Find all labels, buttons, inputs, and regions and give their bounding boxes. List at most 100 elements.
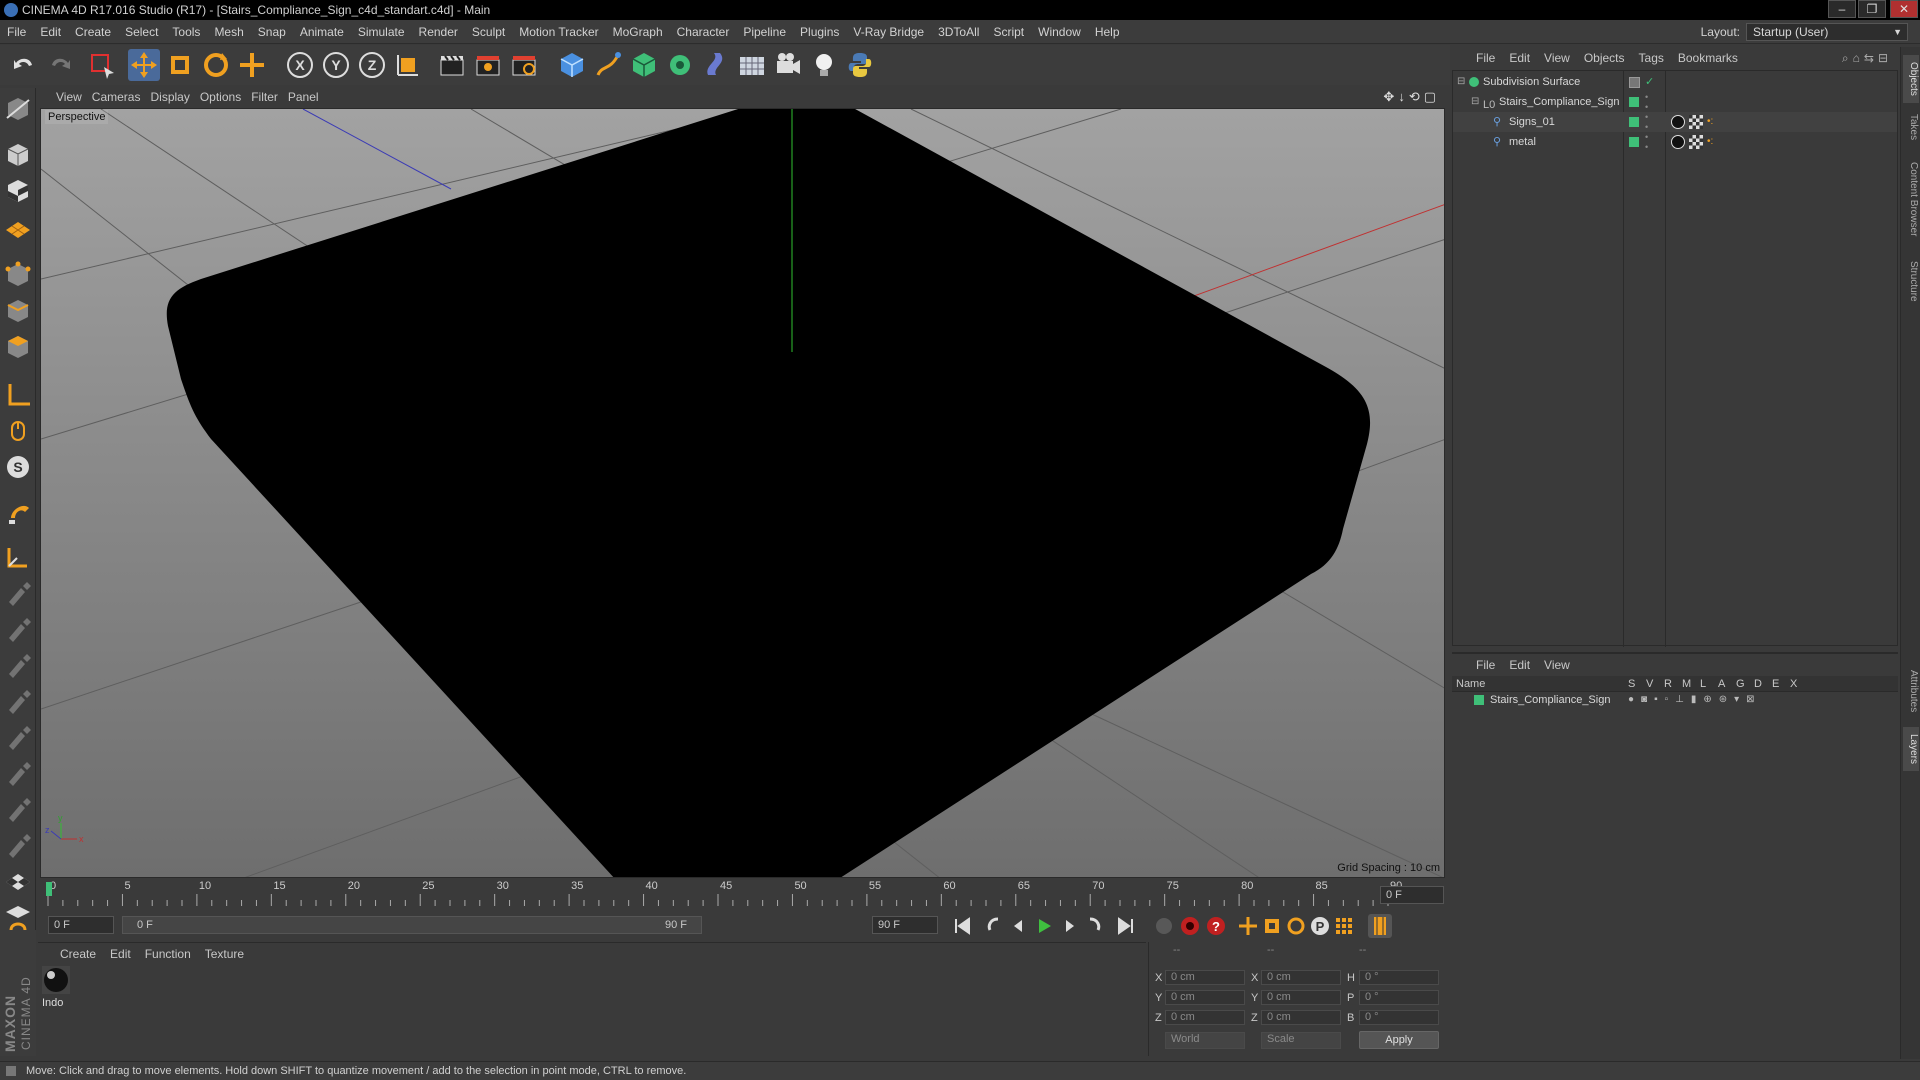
material-tag-icon[interactable] [1671,115,1685,129]
polygons-mode-button[interactable] [3,332,33,362]
rotate-tool-button[interactable] [200,49,232,81]
phong-tag-icon[interactable]: •: [1707,132,1713,152]
tab-objects[interactable]: Objects [1903,55,1919,103]
cube-button[interactable] [556,49,588,81]
key-rotation-button[interactable] [1284,914,1308,938]
current-frame-field[interactable]: 0 F [1380,886,1444,904]
undo-button[interactable] [8,49,40,81]
viewport-menu-filter[interactable]: Filter [251,87,288,107]
frame-range-slider[interactable]: 0 F 90 F [122,916,702,934]
layer-col-l[interactable]: L [1700,676,1706,692]
layer-color-icon[interactable] [1629,117,1639,127]
tab-structure[interactable]: Structure [1903,251,1919,311]
viewport-menu-cameras[interactable]: Cameras [92,87,151,107]
object-row-metal[interactable]: ⚲ metal • • •: [1453,132,1897,152]
edit-checkbox-icon[interactable] [1629,77,1640,88]
viewport-menu-display[interactable]: Display [150,87,199,107]
object-search-icons[interactable]: ⌕⌂⇆⊟ [1842,47,1892,69]
floor-button[interactable] [736,49,768,81]
playhead[interactable] [46,882,52,896]
object-menu-file[interactable]: File [1476,47,1509,69]
menu-edit[interactable]: Edit [33,20,68,44]
layer-col-d[interactable]: D [1754,676,1762,692]
texture-mode-button[interactable] [3,176,33,206]
material-menu-function[interactable]: Function [145,943,205,965]
object-row-signs-01[interactable]: ⚲ Signs_01 • • •: [1453,112,1897,132]
sculpt-brush-4-button[interactable] [3,686,33,716]
deformer-button[interactable] [700,49,732,81]
magnet-lock-button[interactable] [3,902,33,932]
cloner-button[interactable] [664,49,696,81]
3d-viewport[interactable]: y x z Perspective Grid Spacing : 10 cm [40,108,1445,878]
move-tool-button[interactable] [128,49,160,81]
collapse-icon[interactable]: ⊟ [1457,72,1465,92]
sculpt-brush-1-button[interactable] [3,578,33,608]
layer-col-name[interactable]: Name [1456,676,1485,692]
autokey-button[interactable]: ? [1204,914,1228,938]
size-mode-select[interactable]: Scale [1261,1032,1341,1049]
size-z-field[interactable]: 0 cm [1261,1010,1341,1025]
snap-button[interactable] [3,498,33,528]
start-frame-field[interactable]: 0 F [48,916,114,934]
end-frame-field[interactable]: 90 F [872,916,938,934]
key-parameter-button[interactable]: P [1308,914,1332,938]
material-swatch[interactable]: Indo [42,966,70,1010]
menu-simulate[interactable]: Simulate [351,20,412,44]
object-menu-edit[interactable]: Edit [1509,47,1544,69]
key-scale-button[interactable] [1260,914,1284,938]
rotation-h-field[interactable]: 0 ° [1359,970,1439,985]
menu-script[interactable]: Script [986,20,1031,44]
subdivision-surface-button[interactable] [628,49,660,81]
menu-select[interactable]: Select [118,20,165,44]
layer-col-r[interactable]: R [1664,676,1672,692]
layer-menu-edit[interactable]: Edit [1509,654,1544,676]
timeline-window-button[interactable] [1368,914,1392,938]
layer-flag-icons[interactable]: ●◙▪▫⊥▮⊕⊛▾⊠ [1628,692,1762,708]
layer-color-icon[interactable] [1629,97,1639,107]
close-button[interactable]: ✕ [1890,0,1918,18]
previous-frame-button[interactable] [1006,914,1030,938]
layout-select[interactable]: Startup (User) ▼ [1746,23,1908,41]
z-axis-button[interactable]: Z [356,49,388,81]
menu-window[interactable]: Window [1031,20,1088,44]
x-axis-button[interactable]: X [284,49,316,81]
menu-tools[interactable]: Tools [165,20,207,44]
viewport-menu-panel[interactable]: Panel [288,87,329,107]
menu-plugins[interactable]: Plugins [793,20,846,44]
menu-create[interactable]: Create [68,20,118,44]
layer-col-m[interactable]: M [1682,676,1691,692]
menu-pipeline[interactable]: Pipeline [736,20,793,44]
menu-motion-tracker[interactable]: Motion Tracker [512,20,605,44]
coordinate-system-button[interactable] [392,49,424,81]
axis-mode-button[interactable] [3,380,33,410]
sculpt-brush-8-button[interactable] [3,830,33,860]
maximize-button[interactable]: ❐ [1858,0,1886,18]
tab-attributes[interactable]: Attributes [1903,659,1919,723]
layer-color-icon[interactable] [1629,137,1639,147]
visibility-dots-icon[interactable]: • • [1645,132,1648,152]
uvw-tag-icon[interactable] [1689,115,1703,129]
next-key-button[interactable] [1082,914,1106,938]
menu-animate[interactable]: Animate [293,20,351,44]
layer-col-x[interactable]: X [1790,676,1797,692]
coord-mode-select[interactable]: World [1165,1032,1245,1049]
edges-mode-button[interactable] [3,296,33,326]
tab-layers[interactable]: Layers [1903,727,1919,771]
viewport-nav-icons[interactable]: ✥↓⟲▢ [1383,89,1440,105]
scale-tool-button[interactable] [164,49,196,81]
record-off-button[interactable] [1152,914,1176,938]
go-to-end-button[interactable] [1114,914,1138,938]
size-y-field[interactable]: 0 cm [1261,990,1341,1005]
size-x-field[interactable]: 0 cm [1261,970,1341,985]
viewport-menu-view[interactable]: View [56,87,92,107]
points-mode-button[interactable] [3,260,33,290]
position-x-field[interactable]: 0 cm [1165,970,1245,985]
material-menu-edit[interactable]: Edit [110,943,145,965]
menu-sculpt[interactable]: Sculpt [465,20,512,44]
visibility-dots-icon[interactable]: • • [1645,112,1648,132]
object-row-subdivision[interactable]: ⊟ Subdivision Surface ✓ [1453,72,1897,92]
layer-col-s[interactable]: S [1628,676,1635,692]
sculpt-brush-5-button[interactable] [3,722,33,752]
tweak-mode-button[interactable] [3,416,33,446]
menu-snap[interactable]: Snap [251,20,293,44]
